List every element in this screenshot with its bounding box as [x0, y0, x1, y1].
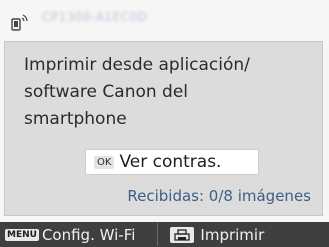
print-icon[interactable] — [170, 226, 195, 243]
message-panel: Imprimir desde aplicación/ software Cano… — [4, 41, 323, 216]
received-count: Recibidas: 0/8 imágenes — [127, 187, 311, 205]
message-line: software Canon del — [24, 82, 189, 102]
printer-name: CP1300-A1EC0D — [42, 10, 148, 24]
message-line: Imprimir desde aplicación/ — [24, 55, 250, 75]
top-bar: CP1300-A1EC0D — [0, 0, 329, 40]
message-line: smartphone — [24, 109, 127, 129]
bottom-bar: MENU Config. Wi-Fi Imprimir — [0, 222, 329, 247]
view-password-label: Ver contras. — [119, 152, 222, 172]
instruction-message: Imprimir desde aplicación/ software Cano… — [24, 52, 316, 133]
wifi-settings-label[interactable]: Config. Wi-Fi — [42, 226, 135, 244]
print-label[interactable]: Imprimir — [200, 226, 264, 244]
menu-key-icon[interactable]: MENU — [5, 228, 39, 241]
view-password-button[interactable]: OK Ver contras. — [85, 149, 259, 175]
smartphone-wifi-icon — [11, 14, 28, 31]
footer-divider — [157, 223, 159, 246]
ok-key-icon: OK — [94, 155, 115, 169]
